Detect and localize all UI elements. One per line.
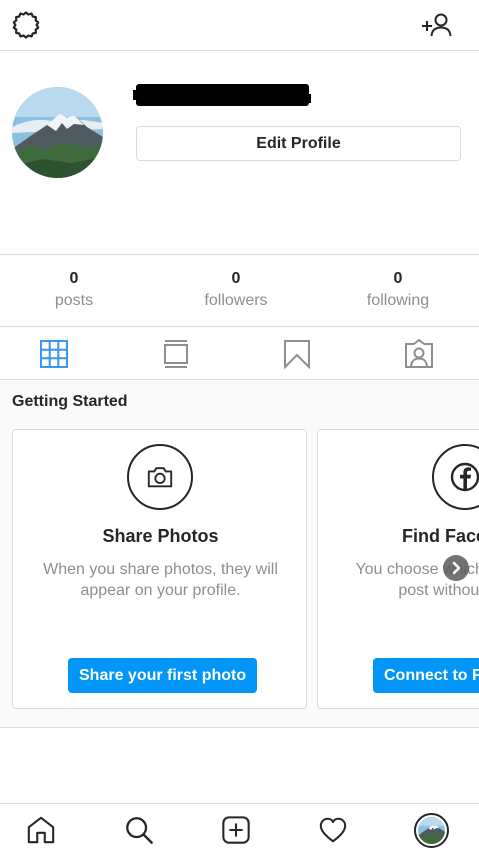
- grid-icon[interactable]: [39, 339, 69, 369]
- edit-profile-button[interactable]: Edit Profile: [136, 126, 461, 161]
- card-description: When you share photos, they will appear …: [43, 561, 278, 599]
- mountain-photo: [12, 87, 103, 178]
- share-first-photo-button[interactable]: Share your first photo: [68, 658, 258, 693]
- following-label: following: [366, 292, 430, 309]
- section-title: Getting Started: [12, 393, 128, 410]
- feed-icon[interactable]: [161, 339, 191, 369]
- bottom-navigation: [0, 803, 479, 857]
- profile-header: Edit Profile: [0, 52, 479, 255]
- new-post-icon[interactable]: [220, 814, 252, 846]
- top-bar: [0, 0, 479, 51]
- search-icon[interactable]: [123, 814, 155, 846]
- stat-posts[interactable]: 0 posts: [14, 270, 134, 310]
- stat-followers[interactable]: 0 followers: [176, 270, 296, 310]
- getting-started-section: Getting Started Share Photos When you sh…: [0, 381, 479, 728]
- connect-facebook-button[interactable]: Connect to F: [373, 658, 479, 693]
- posts-count: 0: [69, 270, 79, 287]
- stat-following[interactable]: 0 following: [338, 270, 458, 310]
- settings-gear-icon[interactable]: [11, 10, 41, 40]
- profile-avatar[interactable]: [414, 813, 449, 848]
- profile-avatar[interactable]: [12, 87, 103, 178]
- profile-tabs: [0, 328, 479, 380]
- followers-label: followers: [204, 292, 268, 309]
- add-user-icon[interactable]: [420, 10, 454, 40]
- profile-stats: 0 posts 0 followers 0 following: [0, 256, 479, 327]
- bookmark-icon[interactable]: [282, 339, 312, 369]
- followers-count: 0: [231, 270, 241, 287]
- heart-icon[interactable]: [317, 814, 349, 846]
- home-icon[interactable]: [25, 814, 57, 846]
- following-count: 0: [393, 270, 403, 287]
- facebook-icon: [432, 444, 479, 510]
- share-photos-card: Share Photos When you share photos, they…: [12, 429, 307, 709]
- card-title: Find Facebook: [401, 526, 479, 546]
- chevron-right-icon[interactable]: [443, 555, 469, 581]
- tagged-icon[interactable]: [404, 339, 434, 369]
- camera-icon: [127, 444, 193, 510]
- card-title: Share Photos: [102, 526, 219, 546]
- username-redacted: [133, 84, 311, 106]
- posts-label: posts: [54, 292, 94, 309]
